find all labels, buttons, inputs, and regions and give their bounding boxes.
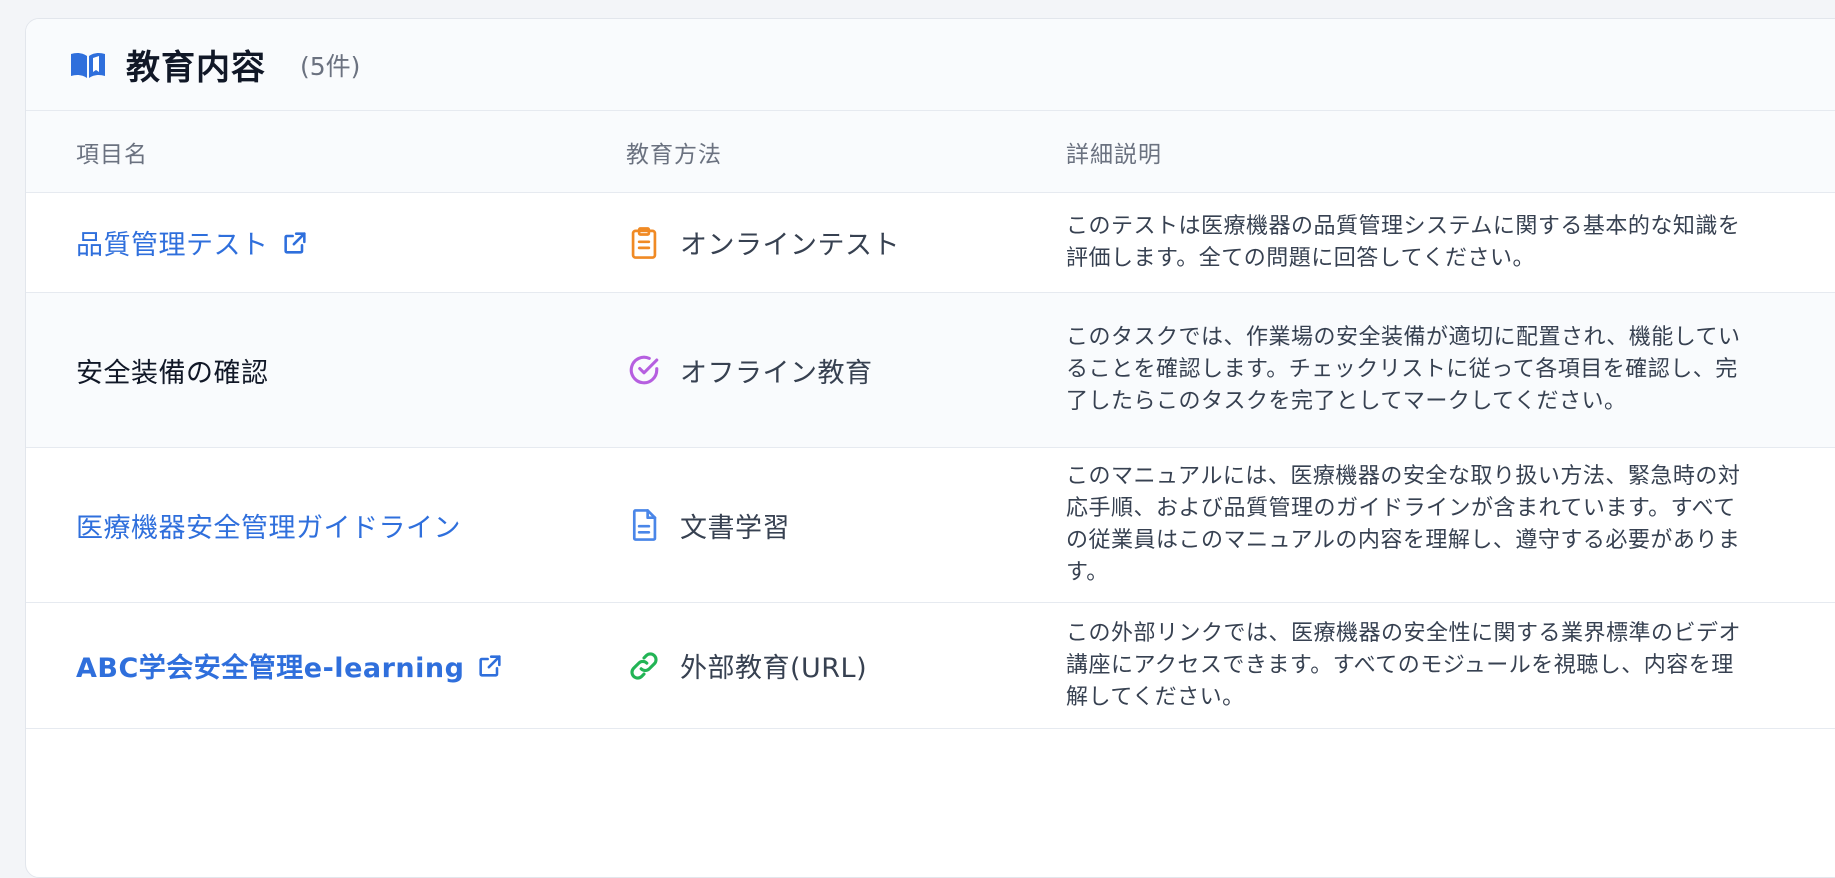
item-link-abc-elearning[interactable]: ABC学会安全管理e-learning	[76, 646, 504, 685]
item-count: (5件)	[300, 51, 361, 81]
external-link-icon	[281, 229, 309, 257]
item-description: このテストは医療機器の品質管理システムに関する基本的な知識を評価します。全ての問…	[1066, 213, 1741, 271]
item-name: ABC学会安全管理e-learning	[76, 653, 465, 684]
method-label: 文書学習	[680, 512, 790, 544]
check-circle-icon	[626, 352, 662, 388]
education-content-card: 教育内容 (5件) 項目名 教育方法 詳細説明 品質管理テスト オンラインテスト…	[25, 18, 1835, 878]
item-name: 医療機器安全管理ガイドライン	[76, 512, 461, 544]
column-header-method: 教育方法	[626, 141, 722, 168]
link-icon	[626, 648, 662, 684]
column-header-name: 項目名	[76, 141, 148, 168]
education-table: 項目名 教育方法 詳細説明 品質管理テスト オンラインテスト このテストは医療機…	[26, 111, 1835, 729]
education-method: 文書学習	[626, 506, 1066, 545]
table-header: 項目名 教育方法 詳細説明	[26, 111, 1835, 193]
card-title: 教育内容	[126, 48, 266, 88]
education-method: オンラインテスト	[626, 223, 1066, 262]
item-name: 品質管理テスト	[76, 230, 269, 261]
item-description: この外部リンクでは、医療機器の安全性に関する業界標準のビデオ講座にアクセスできま…	[1066, 620, 1742, 710]
column-header-description: 詳細説明	[1066, 141, 1162, 168]
method-label: 外部教育(URL)	[680, 653, 868, 684]
education-method: オフライン教育	[626, 351, 1066, 390]
clipboard-icon	[626, 225, 662, 261]
item-description: このタスクでは、作業場の安全装備が適切に配置され、機能していることを確認します。…	[1066, 325, 1741, 414]
method-label: オンラインテスト	[680, 230, 900, 261]
document-icon	[626, 507, 662, 543]
item-description: このマニュアルには、医療機器の安全な取り扱い方法、緊急時の対応手順、および品質管…	[1066, 464, 1741, 585]
method-label: オフライン教育	[680, 357, 873, 389]
item-link-guideline[interactable]: 医療機器安全管理ガイドライン	[76, 506, 461, 545]
table-row: 医療機器安全管理ガイドライン 文書学習 このマニュアルには、医療機器の安全な取り…	[26, 448, 1835, 603]
table-row: ABC学会安全管理e-learning 外部教育(URL) この外部リンクでは、…	[26, 603, 1835, 729]
card-header: 教育内容 (5件)	[26, 19, 1835, 111]
table-row: 品質管理テスト オンラインテスト このテストは医療機器の品質管理システムに関する…	[26, 193, 1835, 293]
book-open-icon	[68, 49, 108, 81]
external-link-icon	[476, 652, 504, 680]
table-row: 安全装備の確認 オフライン教育 このタスクでは、作業場の安全装備が適切に配置され…	[26, 293, 1835, 448]
item-link-quality-test[interactable]: 品質管理テスト	[76, 223, 309, 262]
education-method: 外部教育(URL)	[626, 646, 1066, 685]
item-name: 安全装備の確認	[76, 357, 269, 389]
